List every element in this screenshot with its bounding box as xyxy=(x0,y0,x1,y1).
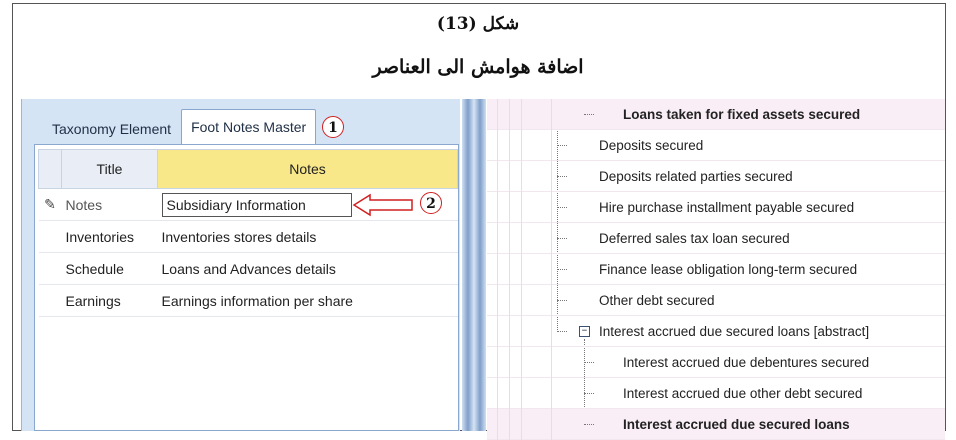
tree-item-label: Interest accrued due debentures secured xyxy=(623,355,870,370)
tree-item-label: Interest accrued due secured loans [abst… xyxy=(599,324,870,339)
callout-arrow-icon xyxy=(352,193,413,217)
row-selector xyxy=(38,220,62,253)
title-column-header[interactable]: Title xyxy=(61,149,158,189)
tree-item-label: Finance lease obligation long-term secur… xyxy=(599,262,858,277)
pane-splitter[interactable] xyxy=(462,99,486,431)
tree-item[interactable]: Interest accrued due secured loans xyxy=(487,409,945,440)
tab-taxonomy-element[interactable]: Taxonomy Element xyxy=(42,113,181,144)
notes-grid-container: Title Notes ✎ Notes Subsidiary Informati… xyxy=(34,144,459,431)
callout-marker-1: 1 xyxy=(322,116,344,138)
tree-item[interactable]: − Interest accrued due secured loans [ab… xyxy=(487,316,945,347)
tree-item-label: Deposits secured xyxy=(599,138,704,153)
tree-item[interactable]: Deposits secured xyxy=(487,130,945,161)
tree-item[interactable]: Loans taken for fixed assets secured xyxy=(487,99,945,130)
row-title[interactable]: Earnings xyxy=(61,284,158,317)
table-row[interactable]: Earnings Earnings information per share xyxy=(38,284,458,317)
row-selector xyxy=(38,252,62,285)
row-title[interactable]: Inventories xyxy=(61,220,158,253)
taxonomy-tree: Loans taken for fixed assets secured Dep… xyxy=(487,99,945,440)
tree-item[interactable]: Other debt secured xyxy=(487,285,945,316)
tree-item[interactable]: Interest accrued due other debt secured xyxy=(487,378,945,409)
tree-item[interactable]: Finance lease obligation long-term secur… xyxy=(487,254,945,285)
tree-item-label: Other debt secured xyxy=(599,293,715,308)
notes-edit-field[interactable]: Subsidiary Information xyxy=(161,192,352,217)
notes-grid: Title Notes ✎ Notes Subsidiary Informati… xyxy=(38,149,458,317)
tab-foot-notes-master[interactable]: Foot Notes Master xyxy=(181,109,317,144)
tree-item[interactable]: Hire purchase installment payable secure… xyxy=(487,192,945,223)
row-notes-cell[interactable]: Loans and Advances details xyxy=(157,252,458,285)
table-row[interactable]: Schedule Loans and Advances details xyxy=(38,252,458,285)
figure-label: شكل (13) xyxy=(436,14,520,34)
figure-subtitle: اضافة هوامش الى العناصر xyxy=(372,56,584,78)
tree-item-label: Hire purchase installment payable secure… xyxy=(599,200,855,215)
notes-column-header[interactable]: Notes xyxy=(157,149,458,189)
row-title[interactable]: Notes xyxy=(61,188,158,221)
footnotes-pane: Taxonomy Element Foot Notes Master Title… xyxy=(21,99,460,431)
collapse-icon[interactable]: − xyxy=(579,326,590,337)
row-selector-header xyxy=(38,149,62,189)
row-title[interactable]: Schedule xyxy=(61,252,158,285)
row-notes-cell[interactable]: Earnings information per share xyxy=(157,284,458,317)
grid-header-row: Title Notes xyxy=(38,149,458,189)
tab-bar: Taxonomy Element Foot Notes Master xyxy=(42,109,317,144)
tree-item-label: Loans taken for fixed assets secured xyxy=(623,107,861,122)
callout-marker-2: 2 xyxy=(420,192,442,214)
table-row[interactable]: Inventories Inventories stores details xyxy=(38,220,458,253)
pencil-icon: ✎ xyxy=(38,188,62,221)
row-notes-cell[interactable]: Inventories stores details xyxy=(157,220,458,253)
tree-item-label: Deferred sales tax loan secured xyxy=(599,231,790,246)
tree-item[interactable]: Deferred sales tax loan secured xyxy=(487,223,945,254)
row-selector xyxy=(38,284,62,317)
tree-item-label: Interest accrued due other debt secured xyxy=(623,386,863,401)
tree-item-label: Deposits related parties secured xyxy=(599,169,793,184)
tree-item[interactable]: Interest accrued due debentures secured xyxy=(487,347,945,378)
tree-item[interactable]: Deposits related parties secured xyxy=(487,161,945,192)
tree-item-label: Interest accrued due secured loans xyxy=(623,417,850,432)
